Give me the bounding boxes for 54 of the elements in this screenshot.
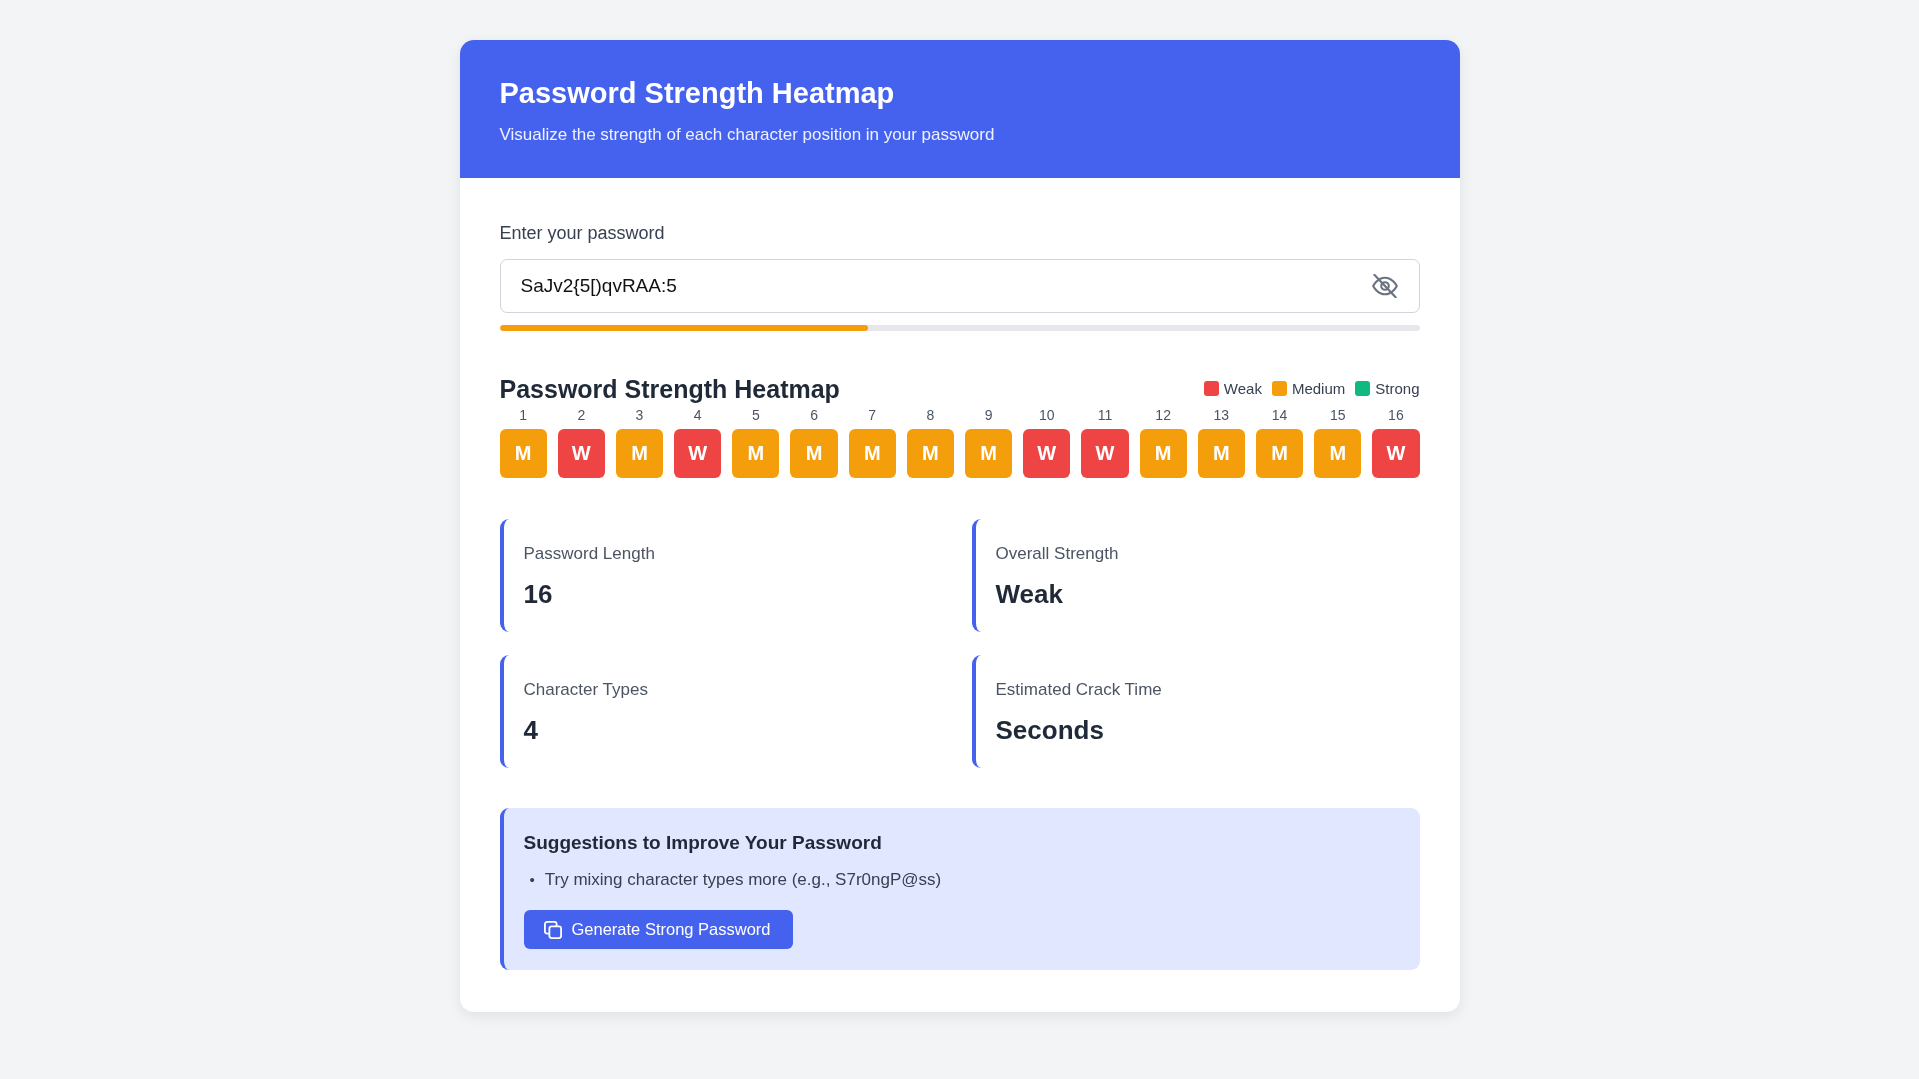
- position-number: 15: [1329, 406, 1346, 424]
- legend-label: Medium: [1291, 380, 1346, 398]
- generate-password-button[interactable]: Generate Strong Password: [523, 910, 793, 950]
- copy-icon: [543, 920, 562, 939]
- heatmap-cell: M: [965, 429, 1013, 478]
- position-number: 7: [868, 406, 877, 424]
- heatmap-cell: W: [557, 429, 605, 478]
- position-number: 12: [1155, 406, 1171, 424]
- position-number: 3: [635, 406, 644, 424]
- legend-label: Weak: [1223, 380, 1262, 398]
- heatmap-title: Password Strength Heatmap: [499, 374, 840, 404]
- page-title: Password Strength Heatmap: [499, 76, 896, 111]
- position-number: 11: [1097, 406, 1113, 424]
- suggestion-text: Try mixing character types more (e.g., S7r0ngP@ss): [544, 868, 942, 891]
- stat-label: Password Length: [523, 543, 656, 565]
- position-number: 9: [984, 406, 993, 424]
- position-number: 16: [1388, 406, 1404, 424]
- heatmap-cell: M: [1139, 429, 1187, 478]
- stat-value: Weak: [995, 579, 1064, 611]
- stat-label: Estimated Crack Time: [995, 679, 1163, 701]
- position-number: 1: [519, 406, 527, 424]
- heatmap-cell: W: [1081, 429, 1129, 478]
- stat-value: 16: [523, 579, 554, 611]
- position-number: 8: [926, 406, 935, 424]
- position-number: 2: [577, 406, 586, 424]
- heatmap-cell: W: [1023, 429, 1071, 478]
- heatmap-cell: M: [499, 429, 547, 478]
- position-number: 14: [1271, 406, 1288, 424]
- position-number: 13: [1213, 406, 1230, 424]
- heatmap-cell: M: [1314, 429, 1362, 478]
- heatmap-cell: M: [615, 429, 664, 478]
- position-number: 10: [1039, 406, 1055, 424]
- password-label: Enter your password: [499, 221, 666, 245]
- heatmap-cell: M: [848, 429, 896, 478]
- heatmap-cell: M: [790, 429, 838, 478]
- stat-value: 4: [523, 715, 539, 747]
- heatmap-cell: M: [1255, 429, 1304, 478]
- heatmap-cell: W: [1372, 429, 1420, 478]
- position-number: 5: [751, 406, 760, 424]
- heatmap-cell: W: [674, 429, 722, 478]
- stat-label: Character Types: [523, 679, 649, 701]
- position-number: 6: [810, 406, 818, 424]
- password-input[interactable]: SaJv2{5[)qvRAA:5: [499, 259, 1420, 313]
- position-number: 4: [693, 406, 702, 424]
- legend-label: Strong: [1375, 380, 1420, 398]
- stat-value: Seconds: [995, 715, 1105, 747]
- heatmap-cell: M: [732, 429, 780, 478]
- stat-label: Overall Strength: [995, 543, 1120, 565]
- heatmap-cell: M: [1197, 429, 1245, 478]
- page-subtitle: Visualize the strength of each character position in your password: [499, 123, 996, 146]
- heatmap-cell: M: [906, 429, 954, 478]
- eye-slash-icon[interactable]: [1371, 274, 1398, 298]
- list-bullet: •: [529, 869, 535, 890]
- suggestions-title: Suggestions to Improve Your Password: [523, 831, 883, 855]
